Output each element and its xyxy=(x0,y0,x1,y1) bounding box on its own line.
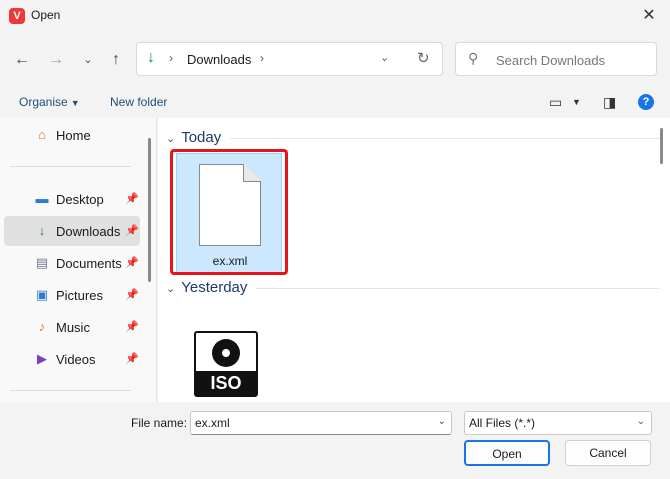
sidebar-item-pictures[interactable]: ▣ Pictures 📌 xyxy=(4,280,140,310)
pin-icon[interactable]: 📌 xyxy=(125,288,139,301)
vivaldi-app-icon: V xyxy=(9,8,25,24)
sidebar-item-videos[interactable]: ▶ Videos 📌 xyxy=(4,344,140,374)
back-button[interactable]: ← xyxy=(10,48,34,72)
help-icon[interactable]: ? xyxy=(638,94,654,110)
iso-label: ISO xyxy=(196,371,256,395)
documents-icon: ▤ xyxy=(35,255,49,270)
search-placeholder: Search Downloads xyxy=(496,53,606,68)
sidebar-item-music[interactable]: ♪ Music 📌 xyxy=(4,312,140,342)
sidebar-item-label: Documents xyxy=(56,256,122,271)
divider xyxy=(230,138,660,139)
command-bar: Organise ▼ New folder ▭ ▼ ◨ ? xyxy=(0,88,670,118)
address-bar[interactable]: ↓ › Downloads › ⌄ ↻ xyxy=(136,42,443,76)
content-scrollbar[interactable] xyxy=(660,128,663,164)
bottom-bar: File name: ex.xml ⌄ All Files (*.*) ⌄ Op… xyxy=(0,402,670,479)
chevron-right-icon[interactable]: › xyxy=(169,51,173,65)
open-button[interactable]: Open xyxy=(464,440,550,466)
sidebar-item-documents[interactable]: ▤ Documents 📌 xyxy=(4,248,140,278)
view-options-icon[interactable]: ▭ xyxy=(549,94,562,111)
divider xyxy=(10,166,131,167)
file-list: ⌄ Today ex.xml ⌄ Yesterday ISO xyxy=(158,118,670,402)
group-label: Yesterday xyxy=(181,279,248,296)
search-icon: ⚲ xyxy=(468,50,479,66)
sidebar-item-label: Downloads xyxy=(56,224,121,239)
sidebar-item-downloads[interactable]: ↓ Downloads 📌 xyxy=(4,216,140,246)
sidebar-item-label: Desktop xyxy=(56,192,104,207)
iso-icon[interactable]: ISO xyxy=(194,331,258,397)
file-name-input[interactable]: ex.xml ⌄ xyxy=(190,411,452,435)
title-bar: V Open ✕ xyxy=(0,0,670,32)
download-icon: ↓ xyxy=(147,49,155,66)
recent-locations-button[interactable]: ⌄ xyxy=(76,48,100,72)
sidebar-item-desktop[interactable]: ▬ Desktop 📌 xyxy=(4,184,140,214)
breadcrumb-downloads[interactable]: Downloads xyxy=(187,52,251,67)
preview-pane-icon[interactable]: ◨ xyxy=(603,94,616,111)
divider xyxy=(256,288,660,289)
pin-icon[interactable]: 📌 xyxy=(125,256,139,269)
sidebar-scrollbar[interactable] xyxy=(148,138,151,282)
close-button[interactable]: ✕ xyxy=(634,2,664,30)
sidebar-item-label: Videos xyxy=(56,352,96,367)
chevron-down-icon[interactable]: ⌄ xyxy=(438,416,446,427)
highlight-annotation xyxy=(170,149,288,275)
disc-icon xyxy=(212,339,240,367)
refresh-icon[interactable]: ↻ xyxy=(417,49,430,67)
pin-icon[interactable]: 📌 xyxy=(125,192,139,205)
cancel-button[interactable]: Cancel xyxy=(565,440,651,466)
file-type-value: All Files (*.*) xyxy=(469,416,536,430)
file-name-value: ex.xml xyxy=(195,416,230,430)
videos-icon: ▶ xyxy=(37,351,47,366)
search-box[interactable]: ⚲ Search Downloads xyxy=(455,42,657,76)
chevron-down-icon: ⌄ xyxy=(166,283,176,295)
desktop-icon: ▬ xyxy=(35,191,49,206)
divider xyxy=(10,390,131,391)
sidebar-item-label: Home xyxy=(56,128,91,143)
caret-down-icon: ▼ xyxy=(70,98,80,108)
chevron-down-icon[interactable]: ⌄ xyxy=(380,51,389,64)
caret-down-icon[interactable]: ▼ xyxy=(572,97,581,107)
pin-icon[interactable]: 📌 xyxy=(125,320,139,333)
group-header-yesterday[interactable]: ⌄ Yesterday xyxy=(166,279,247,296)
sidebar-item-label: Pictures xyxy=(56,288,103,303)
organise-label: Organise xyxy=(19,95,68,109)
group-header-today[interactable]: ⌄ Today xyxy=(166,129,221,146)
pictures-icon: ▣ xyxy=(35,287,49,302)
navigation-bar: ← → ⌄ ↑ ↓ › Downloads › ⌄ ↻ ⚲ Search Dow… xyxy=(0,32,670,88)
sidebar-item-label: Music xyxy=(56,320,90,335)
group-label: Today xyxy=(181,129,222,146)
download-icon: ↓ xyxy=(38,223,46,238)
pin-icon[interactable]: 📌 xyxy=(125,352,139,365)
file-name-label: File name: xyxy=(131,416,188,430)
chevron-down-icon[interactable]: ⌄ xyxy=(637,416,645,427)
music-icon: ♪ xyxy=(38,319,46,334)
forward-button[interactable]: → xyxy=(44,48,68,72)
up-button[interactable]: ↑ xyxy=(104,48,128,72)
chevron-down-icon: ⌄ xyxy=(166,133,176,145)
organise-menu[interactable]: Organise ▼ xyxy=(19,95,80,109)
navigation-pane: ⌂ Home ▬ Desktop 📌 ↓ Downloads 📌 ▤ Docum… xyxy=(0,118,157,402)
chevron-right-icon[interactable]: › xyxy=(260,51,264,65)
pin-icon[interactable]: 📌 xyxy=(125,224,139,237)
window-title: Open xyxy=(31,8,61,22)
file-type-select[interactable]: All Files (*.*) ⌄ xyxy=(464,411,652,435)
home-icon: ⌂ xyxy=(38,127,46,142)
new-folder-button[interactable]: New folder xyxy=(110,95,167,109)
sidebar-item-home[interactable]: ⌂ Home xyxy=(4,120,140,150)
